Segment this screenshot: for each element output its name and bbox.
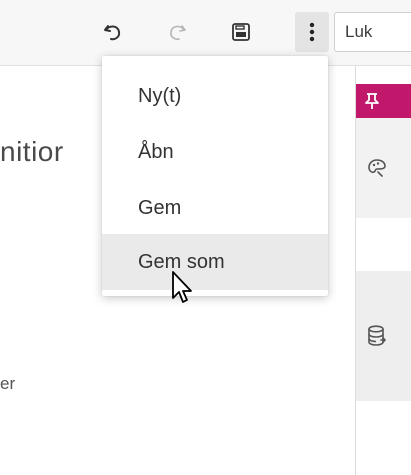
save-icon: [232, 23, 250, 41]
more-options-button[interactable]: [295, 12, 329, 52]
mouse-pointer-icon: [172, 271, 192, 303]
page: Luk nitior er Ny(t) Åbn Gem Gem som: [0, 0, 411, 475]
pin-strip[interactable]: [356, 84, 411, 118]
text-fragment: er: [0, 374, 16, 393]
redo-button[interactable]: [162, 17, 192, 47]
menu-item-save[interactable]: Gem: [102, 180, 328, 236]
side-item-palette[interactable]: [356, 118, 411, 218]
save-button[interactable]: [226, 17, 256, 47]
file-menu-dropdown: Ny(t) Åbn Gem Gem som: [102, 56, 328, 296]
menu-item-new[interactable]: Ny(t): [102, 68, 328, 124]
pin-icon: [365, 93, 379, 109]
redo-icon: [170, 25, 186, 40]
palette-icon: [368, 159, 386, 177]
undo-icon: [104, 25, 121, 41]
undo-button[interactable]: [98, 17, 128, 47]
menu-item-save-as[interactable]: Gem som: [102, 234, 328, 290]
database-icon: [368, 325, 386, 346]
kebab-menu-icon: [309, 22, 315, 42]
side-panel: [355, 66, 411, 475]
page-heading-fragment: nitior: [0, 136, 64, 167]
side-item-database[interactable]: [356, 271, 411, 401]
menu-item-open[interactable]: Åbn: [102, 124, 328, 180]
close-button[interactable]: Luk: [334, 12, 411, 52]
